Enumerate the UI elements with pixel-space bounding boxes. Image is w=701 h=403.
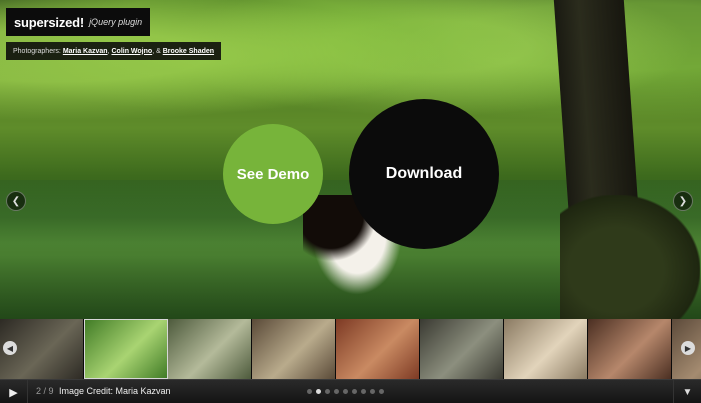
play-icon: ▶: [9, 386, 18, 399]
credit-link-1[interactable]: Maria Kazvan: [63, 48, 108, 55]
tray-toggle-button[interactable]: ▼: [673, 380, 701, 403]
chevron-left-icon: ❮: [11, 195, 21, 207]
photographer-credits: Photographers: Maria Kazvan , Colin Wojn…: [6, 42, 222, 60]
thumbnail-brick-wall[interactable]: [336, 319, 420, 379]
tree-roots: [560, 195, 700, 320]
brand-badge[interactable]: supersized! jQuery plugin: [6, 8, 151, 36]
prev-slide-button[interactable]: ❮: [6, 191, 26, 211]
thumbnail-stone-bridge[interactable]: [420, 319, 504, 379]
pager-dot[interactable]: [361, 389, 366, 394]
next-slide-button[interactable]: ❯: [673, 191, 693, 211]
pager-dot[interactable]: [307, 389, 312, 394]
thumb-next-button[interactable]: ▶: [681, 341, 695, 355]
thumbnail-girl-sitting[interactable]: [588, 319, 672, 379]
pager-dot[interactable]: [325, 389, 330, 394]
thumbnail-portrait-bed[interactable]: [504, 319, 588, 379]
slide-caption: Image Credit: Maria Kazvan: [59, 386, 171, 396]
download-button[interactable]: Download: [349, 99, 499, 249]
chevron-right-icon: ❯: [678, 195, 688, 207]
pager-dot[interactable]: [343, 389, 348, 394]
credit-link-2[interactable]: Colin Wojno: [111, 48, 152, 55]
thumb-prev-button[interactable]: ◀: [3, 341, 17, 355]
thumbnail-bench-park[interactable]: [168, 319, 252, 379]
thumbnail-couple-pond[interactable]: [84, 319, 168, 379]
triangle-right-icon: ▶: [684, 343, 692, 353]
thumbnail-tree-cone[interactable]: [252, 319, 336, 379]
triangle-down-icon: ▼: [682, 386, 693, 398]
pager-dot[interactable]: [379, 389, 384, 394]
pager-dot[interactable]: [316, 389, 321, 394]
see-demo-button[interactable]: See Demo: [223, 124, 323, 224]
control-bar: ▶ 2 / 9 Image Credit: Maria Kazvan ▼: [0, 379, 701, 403]
credit-link-3[interactable]: Brooke Shaden: [163, 48, 214, 55]
pager-dot[interactable]: [334, 389, 339, 394]
brand-tagline: jQuery plugin: [89, 17, 143, 27]
brand-logo-text: supersized!: [14, 14, 85, 30]
triangle-left-icon: ◀: [6, 343, 14, 353]
slide-counter: 2 / 9: [36, 386, 54, 396]
play-button[interactable]: ▶: [0, 380, 28, 403]
slide-pager: [307, 389, 384, 394]
thumbnail-tray: [0, 319, 701, 379]
pager-dot[interactable]: [370, 389, 375, 394]
pager-dot[interactable]: [352, 389, 357, 394]
